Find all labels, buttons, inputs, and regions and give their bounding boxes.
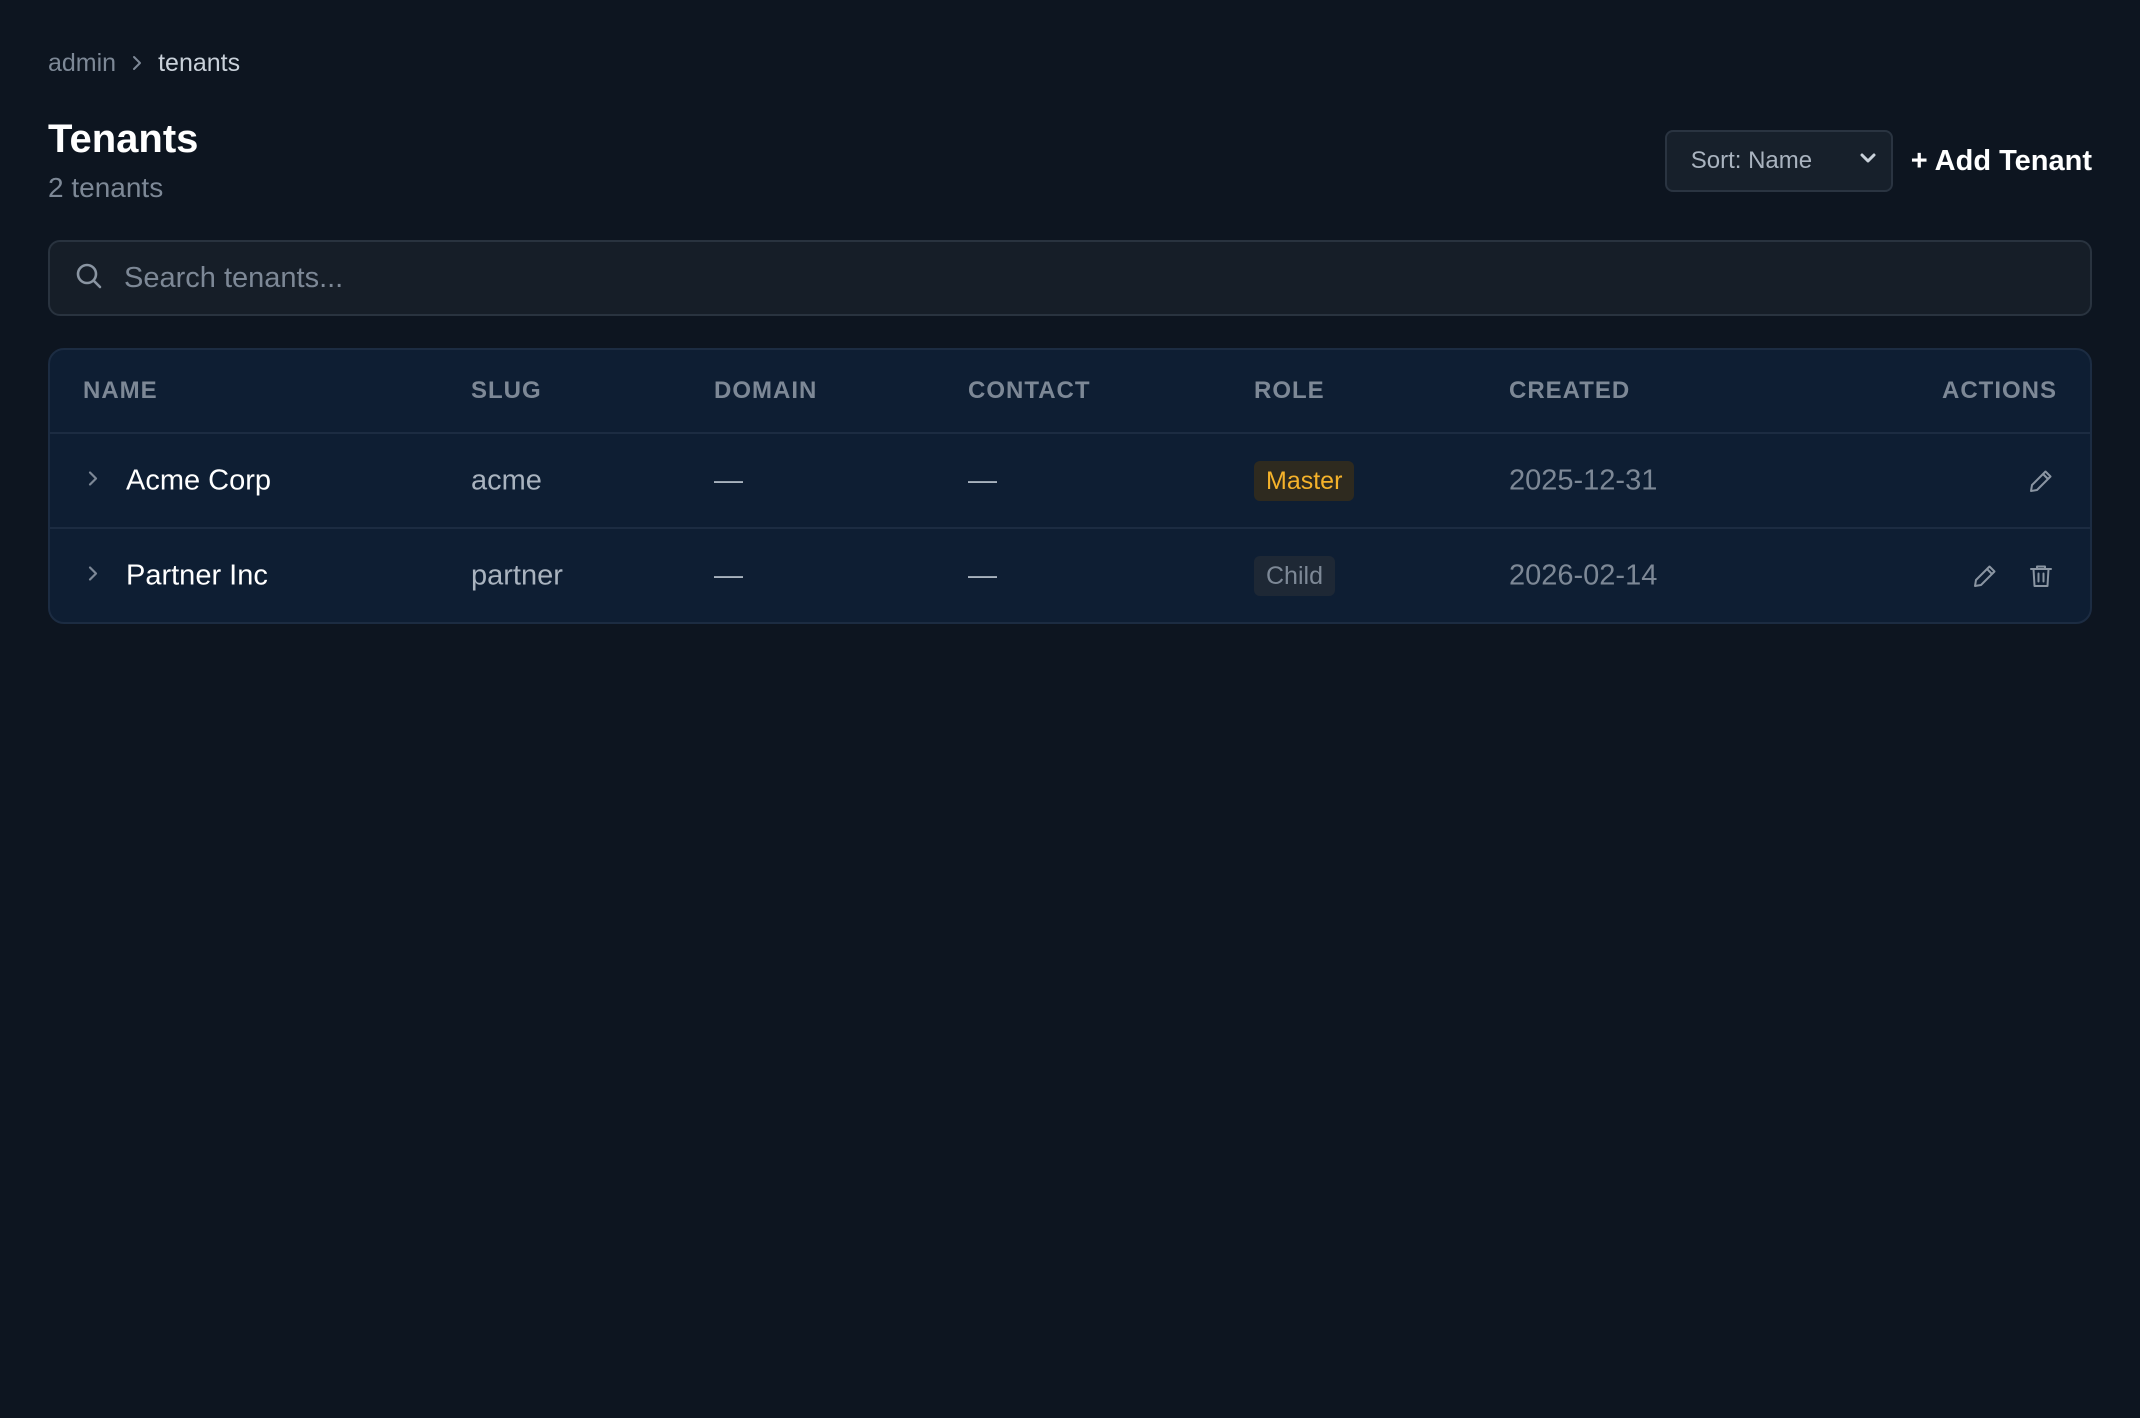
expand-row-button[interactable] bbox=[84, 464, 102, 497]
sort-select[interactable]: Sort: Name bbox=[1664, 130, 1893, 192]
breadcrumb-tenants: tenants bbox=[158, 49, 241, 77]
role-cell: Master bbox=[1254, 460, 1355, 501]
column-header-actions: ACTIONS bbox=[1942, 377, 2057, 404]
chevron-right-icon bbox=[130, 54, 144, 72]
column-header-role[interactable]: ROLE bbox=[1254, 377, 1325, 405]
tenants-table: NAME SLUG DOMAIN CONTACT ROLE CREATED AC… bbox=[48, 348, 2092, 624]
column-header-domain[interactable]: DOMAIN bbox=[714, 377, 817, 405]
tenant-contact: — bbox=[968, 464, 997, 496]
sort-select-value: Sort: Name bbox=[1690, 147, 1813, 174]
tenants-page: admin tenants Tenants 2 tenants Sort: Na… bbox=[0, 0, 2140, 1418]
role-cell: Child bbox=[1254, 555, 1335, 596]
row-actions bbox=[1970, 561, 2056, 591]
table-header: NAME SLUG DOMAIN CONTACT ROLE CREATED AC… bbox=[50, 350, 2090, 434]
tenant-domain: — bbox=[714, 464, 743, 496]
tenant-created-date: 2026-02-14 bbox=[1509, 559, 1658, 591]
breadcrumb: admin tenants bbox=[48, 46, 240, 80]
add-tenant-button[interactable]: + Add Tenant bbox=[1911, 145, 2092, 178]
chevron-right-icon bbox=[84, 559, 102, 592]
chevron-down-icon bbox=[1857, 147, 1879, 176]
column-header-created[interactable]: CREATED bbox=[1509, 377, 1630, 405]
tenant-domain: — bbox=[714, 559, 743, 591]
search-box bbox=[48, 240, 2092, 316]
tenant-count: 2 tenants bbox=[48, 172, 164, 203]
trash-icon[interactable] bbox=[2026, 561, 2056, 591]
edit-icon[interactable] bbox=[2026, 466, 2056, 496]
edit-icon[interactable] bbox=[1970, 561, 2000, 591]
column-header-name[interactable]: NAME bbox=[83, 377, 158, 405]
tenant-name[interactable]: Acme Corp bbox=[126, 464, 271, 497]
chevron-right-icon bbox=[84, 464, 102, 497]
tenant-name[interactable]: Partner Inc bbox=[126, 559, 268, 592]
tenant-contact: — bbox=[968, 559, 997, 591]
column-header-slug[interactable]: SLUG bbox=[471, 377, 542, 405]
expand-row-button[interactable] bbox=[84, 559, 102, 592]
page-title: Tenants bbox=[48, 117, 199, 161]
tenant-slug: partner bbox=[471, 559, 563, 591]
header-actions: Sort: Name + Add Tenant bbox=[1664, 130, 2092, 192]
tenant-created-date: 2025-12-31 bbox=[1509, 464, 1658, 496]
role-badge: Child bbox=[1254, 555, 1335, 596]
role-badge: Master bbox=[1254, 460, 1355, 501]
row-actions bbox=[2026, 466, 2056, 496]
column-header-contact[interactable]: CONTACT bbox=[968, 377, 1091, 405]
table-row[interactable]: Acme Corp acme — — Master 2025-12-31 bbox=[50, 434, 2090, 529]
tenant-slug: acme bbox=[471, 464, 542, 496]
search-input[interactable] bbox=[122, 260, 2066, 296]
table-row[interactable]: Partner Inc partner — — Child 2026-02-14 bbox=[50, 529, 2090, 622]
search-icon bbox=[74, 261, 104, 296]
breadcrumb-admin[interactable]: admin bbox=[48, 46, 116, 80]
